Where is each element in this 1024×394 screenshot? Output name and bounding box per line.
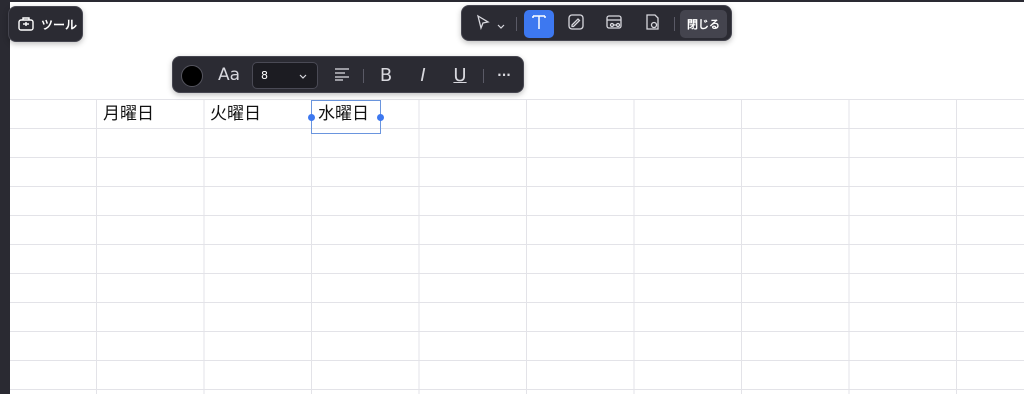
text-icon <box>530 13 548 35</box>
align-button[interactable] <box>328 62 356 88</box>
toolbox-icon <box>17 15 35 33</box>
toolbar-divider <box>363 69 364 83</box>
chevron-down-icon <box>497 15 505 34</box>
cursor-icon <box>475 14 491 34</box>
align-left-icon <box>334 66 350 85</box>
toolbar-divider <box>483 69 484 83</box>
draw-pen-icon <box>567 13 585 35</box>
cell-wednesday[interactable]: 水曜日 <box>318 104 369 124</box>
cell-tuesday[interactable]: 火曜日 <box>210 104 261 124</box>
text-color-picker[interactable] <box>181 65 203 87</box>
italic-button[interactable]: I <box>409 62 437 88</box>
tools-button[interactable]: ツール <box>8 6 83 42</box>
bold-button[interactable]: B <box>372 62 400 88</box>
stamp-tool-button[interactable] <box>637 10 667 38</box>
underline-button[interactable]: U <box>446 62 474 88</box>
font-size-select[interactable]: 8 <box>252 62 318 89</box>
more-options-button[interactable]: ··· <box>491 62 517 88</box>
text-tool-button[interactable] <box>524 10 554 38</box>
link-card-icon <box>605 13 623 35</box>
table-tool-button[interactable] <box>599 10 629 38</box>
resize-handle-left[interactable] <box>308 114 315 121</box>
resize-handle-right[interactable] <box>377 114 384 121</box>
main-toolbar: 閉じる <box>461 5 732 41</box>
tools-label: ツール <box>41 17 78 32</box>
text-format-toolbar: Aa 8 B I U ··· <box>172 56 524 93</box>
chevron-down-icon <box>299 70 307 83</box>
grid-canvas[interactable] <box>10 99 1024 394</box>
window-top-edge <box>0 0 1024 2</box>
window-left-edge <box>0 0 10 394</box>
stamp-icon <box>643 13 661 35</box>
font-family-button[interactable]: Aa <box>213 62 245 88</box>
toolbar-divider <box>674 17 675 31</box>
font-size-value: 8 <box>261 69 268 82</box>
close-button[interactable]: 閉じる <box>680 10 727 38</box>
draw-tool-button[interactable] <box>561 10 591 38</box>
select-tool-button[interactable] <box>468 10 512 38</box>
cell-monday[interactable]: 月曜日 <box>103 104 154 124</box>
toolbar-divider <box>516 17 517 31</box>
